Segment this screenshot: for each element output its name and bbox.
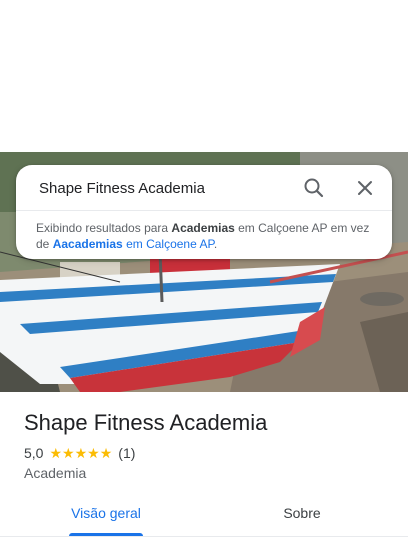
star-icon: ★ — [49, 445, 63, 461]
search-original-link[interactable]: Aacademias em Calçoene AP — [53, 237, 214, 251]
rating-row[interactable]: 5,0 ★ ★ ★ ★ ★ (1) — [24, 444, 135, 462]
search-input[interactable] — [39, 176, 289, 200]
search-icon — [304, 178, 324, 198]
place-tabs: Visão geral Sobre — [0, 496, 408, 544]
star-icon: ★ — [99, 445, 113, 461]
notice-suffix: . — [213, 237, 218, 251]
star-icon: ★ — [62, 445, 75, 461]
notice-original-location: em Calçoene AP — [122, 237, 214, 251]
notice-original-term: Aacademias — [52, 237, 123, 251]
notice-prefix: Exibindo resultados para — [36, 221, 172, 235]
notice-corrected-location: em Calçoene AP — [234, 221, 328, 235]
tabs-divider — [0, 536, 408, 537]
star-icon: ★ — [74, 445, 88, 461]
close-button[interactable] — [351, 174, 379, 202]
review-count[interactable]: (1) — [118, 445, 135, 461]
notice-corrected-term: Academias — [171, 221, 235, 235]
rating-stars: ★ ★ ★ ★ ★ — [49, 446, 112, 460]
rating-value: 5,0 — [24, 445, 44, 461]
close-icon — [358, 181, 372, 195]
place-title: Shape Fitness Academia — [24, 410, 268, 435]
search-card: Exibindo resultados para Academias em Ca… — [16, 165, 392, 259]
place-category[interactable]: Academia — [24, 465, 86, 481]
star-icon: ★ — [87, 445, 100, 461]
search-bar — [16, 165, 392, 211]
search-button[interactable] — [300, 174, 328, 202]
spelling-correction-notice: Exibindo resultados para Academias em Ca… — [36, 220, 376, 252]
